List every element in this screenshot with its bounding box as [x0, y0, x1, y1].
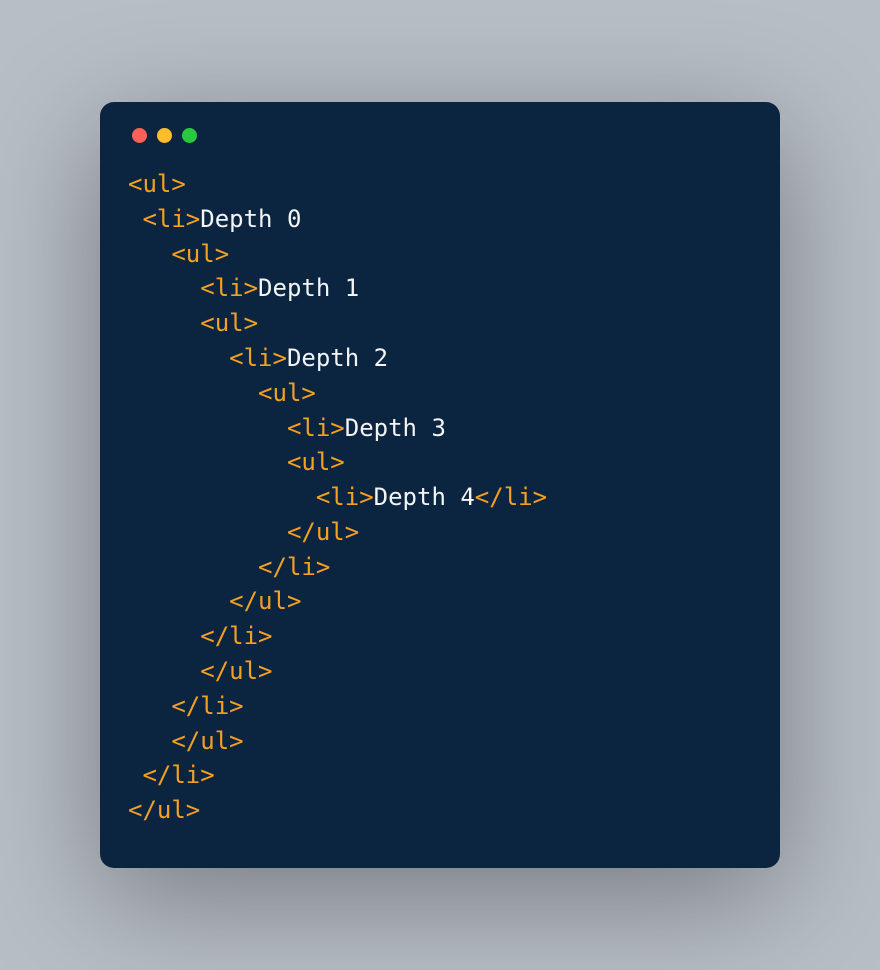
code-tag: <li>: [142, 205, 200, 233]
code-line: <ul>: [128, 167, 752, 202]
code-tag: <li>: [287, 414, 345, 442]
code-tag: <li>: [200, 274, 258, 302]
code-line: <ul>: [128, 306, 752, 341]
code-tag: <ul>: [200, 309, 258, 337]
code-line: <ul>: [128, 237, 752, 272]
code-line: </li>: [128, 689, 752, 724]
code-tag: </li>: [200, 622, 272, 650]
code-line: </li>: [128, 550, 752, 585]
code-tag: <ul>: [258, 379, 316, 407]
code-tag: </ul>: [200, 657, 272, 685]
code-line: <ul>: [128, 445, 752, 480]
window-titlebar: [128, 124, 752, 167]
code-tag: <li>: [316, 483, 374, 511]
code-line: <li>Depth 1: [128, 271, 752, 306]
close-icon[interactable]: [132, 128, 147, 143]
code-line: <ul>: [128, 376, 752, 411]
code-tag: </li>: [258, 553, 330, 581]
window-shadow-wrapper: <ul> <li>Depth 0 <ul> <li>Depth 1 <ul> <…: [100, 102, 780, 868]
code-text: Depth 2: [287, 344, 388, 372]
code-line: </li>: [128, 619, 752, 654]
code-tag: <li>: [229, 344, 287, 372]
code-tag: </ul>: [128, 796, 200, 824]
zoom-icon[interactable]: [182, 128, 197, 143]
code-line: </ul>: [128, 584, 752, 619]
code-line: <li>Depth 3: [128, 411, 752, 446]
code-tag: </li>: [475, 483, 547, 511]
code-text: Depth 3: [345, 414, 446, 442]
code-text: Depth 4: [374, 483, 475, 511]
code-line: </li>: [128, 758, 752, 793]
code-tag: </ul>: [229, 587, 301, 615]
code-tag: </li>: [142, 761, 214, 789]
code-line: <li>Depth 2: [128, 341, 752, 376]
code-block: <ul> <li>Depth 0 <ul> <li>Depth 1 <ul> <…: [128, 167, 752, 828]
code-line: <li>Depth 0: [128, 202, 752, 237]
code-tag: <ul>: [287, 448, 345, 476]
code-tag: <ul>: [171, 240, 229, 268]
code-line: </ul>: [128, 515, 752, 550]
code-tag: </li>: [171, 692, 243, 720]
code-line: <li>Depth 4</li>: [128, 480, 752, 515]
code-line: </ul>: [128, 724, 752, 759]
code-tag: </ul>: [287, 518, 359, 546]
minimize-icon[interactable]: [157, 128, 172, 143]
code-tag: <ul>: [128, 170, 186, 198]
code-line: </ul>: [128, 793, 752, 828]
code-text: Depth 0: [200, 205, 301, 233]
code-text: Depth 1: [258, 274, 359, 302]
code-line: </ul>: [128, 654, 752, 689]
code-window: <ul> <li>Depth 0 <ul> <li>Depth 1 <ul> <…: [100, 102, 780, 868]
code-tag: </ul>: [171, 727, 243, 755]
